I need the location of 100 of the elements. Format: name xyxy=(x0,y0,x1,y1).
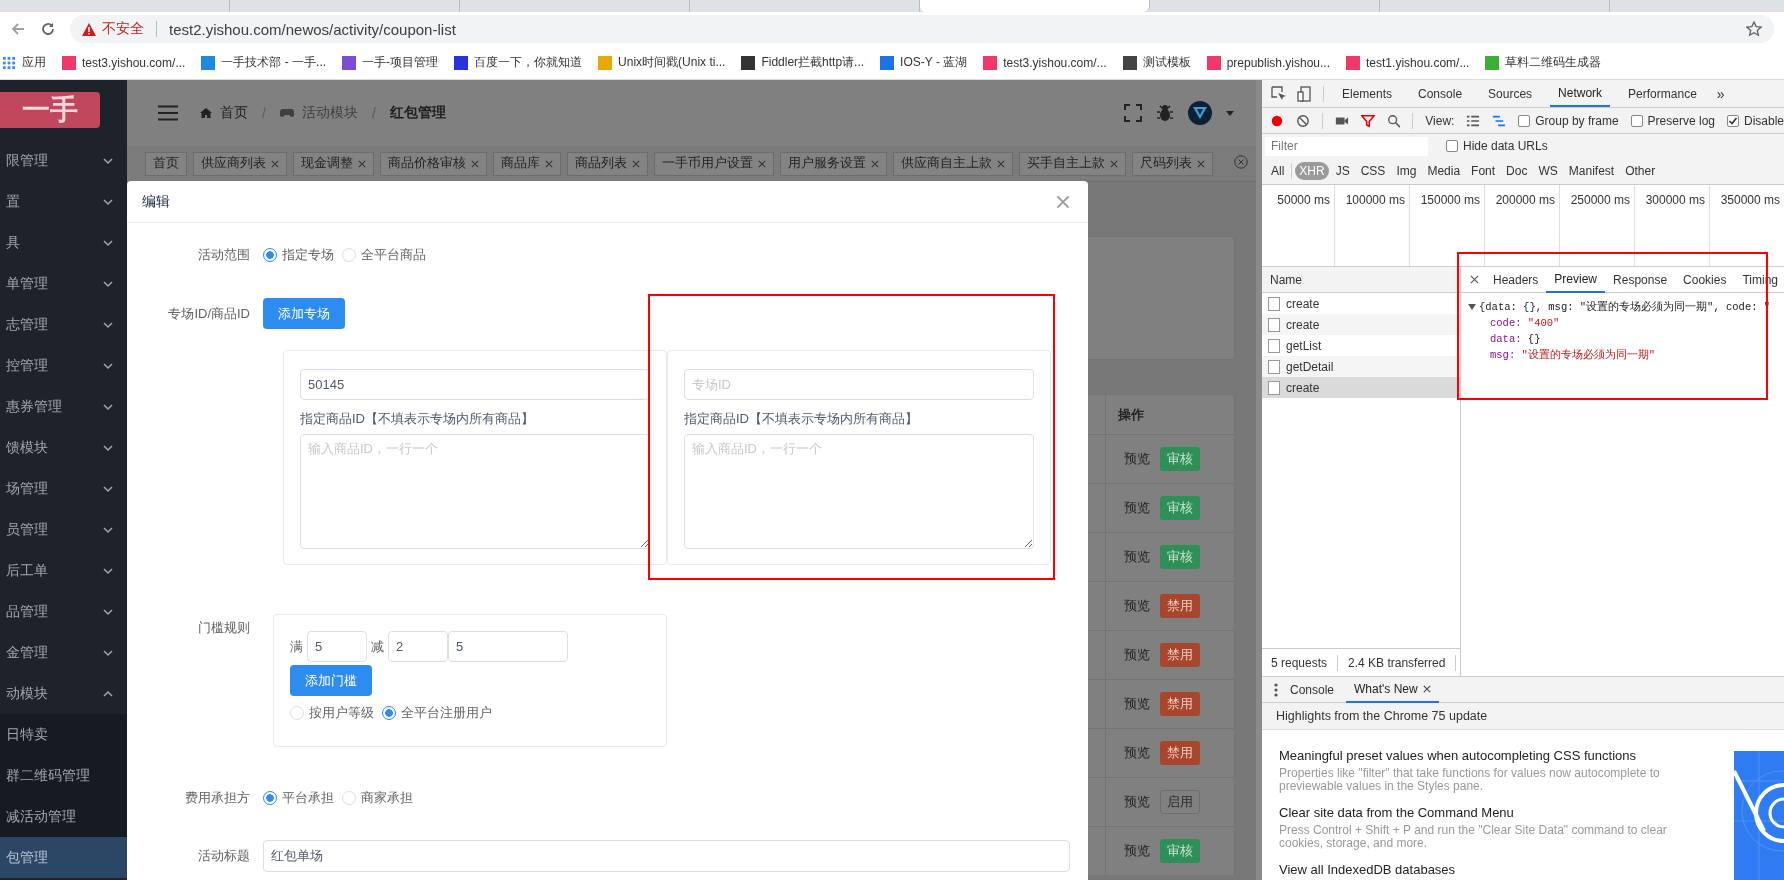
bookmark[interactable]: 百度一下，你就知道 xyxy=(454,54,583,71)
type-filter[interactable]: Other xyxy=(1621,162,1660,180)
preview-link[interactable]: 预览 xyxy=(1124,499,1150,517)
request-row[interactable]: create xyxy=(1262,293,1460,314)
type-filter[interactable]: Manifest xyxy=(1564,162,1619,180)
breadcrumb-link[interactable]: 首页 xyxy=(220,104,248,122)
sidebar-item[interactable]: 品管理 xyxy=(0,591,127,632)
type-filter[interactable]: WS xyxy=(1534,162,1562,180)
page-tab[interactable]: 用户服务设置 xyxy=(780,151,887,176)
sidebar-item[interactable]: 单管理 xyxy=(0,263,127,304)
preview-link[interactable]: 预览 xyxy=(1124,744,1150,762)
checkbox[interactable] xyxy=(1518,114,1531,127)
bookmark[interactable]: 一手-项目管理 xyxy=(342,54,439,71)
panel-tab[interactable]: Sources xyxy=(1480,80,1541,107)
page-tab[interactable]: 供应商列表 xyxy=(193,151,287,176)
inspect-icon[interactable] xyxy=(1271,85,1287,102)
title-field[interactable]: 红包单场 xyxy=(263,840,1070,872)
clear-icon[interactable] xyxy=(1295,112,1310,129)
action-button[interactable]: 禁用 xyxy=(1160,594,1200,618)
page-tab[interactable]: 买手自主上款 xyxy=(1019,151,1126,176)
radio-button[interactable] xyxy=(263,248,277,262)
amount-field[interactable]: 5 xyxy=(307,631,367,662)
feature-title[interactable]: Clear site data from the Command Menu xyxy=(1279,805,1699,820)
detail-tab[interactable]: Response xyxy=(1605,266,1676,293)
session-id-field[interactable]: 50145 xyxy=(300,369,650,400)
close-icon[interactable] xyxy=(358,159,366,168)
menu-icon[interactable] xyxy=(158,105,178,121)
star-icon[interactable] xyxy=(1746,21,1762,37)
caret-icon[interactable] xyxy=(1226,110,1234,116)
bookmark[interactable]: test3.yishou.com/... xyxy=(983,55,1107,70)
page-tab[interactable]: 尺码列表 xyxy=(1132,151,1213,176)
page-tab[interactable]: 商品列表 xyxy=(567,151,648,176)
feature-title[interactable]: Meaningful preset values when autocompleting CSS functions xyxy=(1279,748,1699,763)
request-row[interactable]: create xyxy=(1262,377,1460,398)
feature-title[interactable]: View all IndexedDB databases xyxy=(1279,862,1699,877)
bookmark[interactable]: 一手技术部 - 一手... xyxy=(201,54,327,71)
filter-field[interactable]: Filter xyxy=(1265,136,1428,156)
panel-tab[interactable]: Elements xyxy=(1334,80,1401,107)
detail-tab[interactable]: Preview xyxy=(1546,266,1606,293)
type-filter[interactable]: Doc xyxy=(1502,162,1532,180)
close-all-icon[interactable] xyxy=(1234,154,1248,169)
device-icon[interactable] xyxy=(1297,85,1313,102)
preview-link[interactable]: 预览 xyxy=(1124,793,1150,811)
action-button[interactable]: 禁用 xyxy=(1160,643,1200,667)
type-filter[interactable]: Media xyxy=(1423,162,1465,180)
preview-link[interactable]: 预览 xyxy=(1124,450,1150,468)
close-icon[interactable] xyxy=(1110,159,1118,168)
type-filter[interactable]: Img xyxy=(1392,162,1421,180)
action-button[interactable]: 禁用 xyxy=(1160,692,1200,716)
bookmark[interactable]: Fiddler拦截http请... xyxy=(741,54,865,71)
drawer-tab[interactable]: Console xyxy=(1282,676,1343,703)
checkbox[interactable] xyxy=(1727,114,1739,127)
detail-tab[interactable]: Headers xyxy=(1485,266,1547,293)
reload-icon[interactable] xyxy=(40,21,56,37)
close-icon[interactable] xyxy=(1197,159,1205,168)
close-icon[interactable] xyxy=(271,159,279,168)
close-icon[interactable] xyxy=(871,159,879,168)
sidebar-item[interactable]: 具 xyxy=(0,222,127,263)
preview-link[interactable]: 预览 xyxy=(1124,597,1150,615)
close-icon[interactable] xyxy=(997,159,1005,168)
bookmark[interactable]: test1.yishou.com/... xyxy=(1346,55,1470,70)
close-icon[interactable] xyxy=(632,159,640,168)
request-row[interactable]: getDetail xyxy=(1262,356,1460,377)
search-icon[interactable] xyxy=(1386,112,1401,129)
checkbox[interactable] xyxy=(1446,140,1458,152)
back-icon[interactable] xyxy=(10,21,26,37)
sidebar-subitem[interactable]: 减活动管理 xyxy=(0,796,127,837)
request-row[interactable]: create xyxy=(1262,314,1460,335)
bookmark[interactable]: test3.yishou.com/... xyxy=(62,55,186,70)
bookmark[interactable]: 草料二维码生成器 xyxy=(1485,54,1602,71)
bookmark[interactable]: 测试模板 xyxy=(1122,54,1191,71)
bookmark[interactable]: Unix时间戳(Unix ti... xyxy=(598,54,726,71)
sidebar-item[interactable]: 置 xyxy=(0,181,127,222)
sidebar-subitem[interactable]: 日特卖 xyxy=(0,714,127,755)
sidebar-item[interactable]: 控管理 xyxy=(0,345,127,386)
request-row[interactable]: getList xyxy=(1262,335,1460,356)
amount-field[interactable]: 2 xyxy=(388,631,448,662)
page-tab[interactable]: 供应商自主上款 xyxy=(893,151,1013,176)
page-tab[interactable]: 现金调整 xyxy=(293,151,374,176)
bug-icon[interactable] xyxy=(1156,104,1174,122)
radio-button[interactable] xyxy=(382,706,396,720)
type-filter[interactable]: All xyxy=(1267,162,1289,180)
page-tab[interactable]: 商品价格审核 xyxy=(380,151,487,176)
sidebar-item[interactable]: 动模块 xyxy=(0,673,127,714)
sidebar-item[interactable]: 志管理 xyxy=(0,304,127,345)
preview-link[interactable]: 预览 xyxy=(1124,695,1150,713)
close-icon[interactable] xyxy=(1470,274,1479,284)
session-id-field[interactable]: 专场ID xyxy=(684,369,1034,400)
sidebar-item[interactable]: 员管理 xyxy=(0,509,127,550)
preview-link[interactable]: 预览 xyxy=(1124,842,1150,860)
bookmark[interactable]: 应用 xyxy=(2,54,46,71)
type-filter[interactable]: CSS xyxy=(1356,162,1390,180)
avatar[interactable] xyxy=(1188,101,1212,125)
action-button[interactable]: 禁用 xyxy=(1160,741,1200,765)
sidebar-subitem[interactable]: 群二维码管理 xyxy=(0,755,127,796)
preview-link[interactable]: 预览 xyxy=(1124,646,1150,664)
preview-link[interactable]: 预览 xyxy=(1124,548,1150,566)
more-menu-icon[interactable] xyxy=(1274,682,1278,697)
expand-triangle-icon[interactable] xyxy=(1468,303,1476,311)
sidebar-item[interactable]: 后工单 xyxy=(0,550,127,591)
